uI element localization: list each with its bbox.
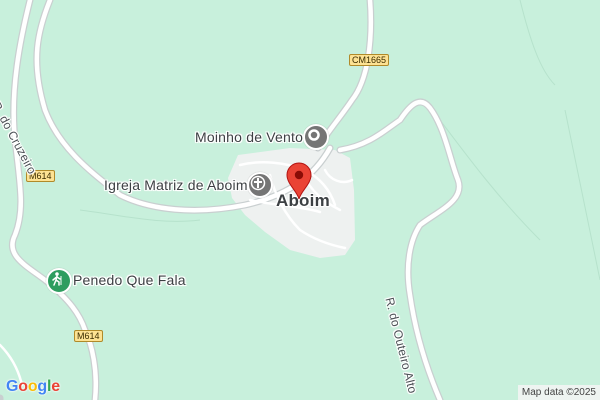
park-poi[interactable] bbox=[46, 268, 72, 294]
hiking-icon bbox=[52, 272, 62, 286]
park-label[interactable]: Penedo Que Fala bbox=[73, 272, 186, 288]
logo-letter-o2: o bbox=[27, 378, 38, 395]
road-shield-m614-bottom: M614 bbox=[74, 330, 103, 342]
map-view[interactable]: CM1665 M614 M614 R. do Cruzeiro R. do Ou… bbox=[0, 0, 600, 400]
logo-letter-g2: g bbox=[37, 378, 47, 395]
mill-poi[interactable] bbox=[303, 124, 329, 150]
logo-letter-g: G bbox=[6, 378, 19, 395]
road-shield-cm1665: CM1665 bbox=[349, 54, 390, 66]
mill-label[interactable]: Moinho de Vento bbox=[195, 129, 303, 145]
landmark-icon bbox=[308, 129, 320, 141]
logo-letter-e: e bbox=[51, 378, 60, 395]
google-logo[interactable]: Google bbox=[6, 378, 60, 396]
church-label[interactable]: Igreja Matriz de Aboim bbox=[104, 177, 248, 193]
church-poi[interactable] bbox=[247, 172, 273, 198]
logo-letter-o1: o bbox=[18, 378, 28, 395]
location-pin-icon[interactable] bbox=[285, 162, 313, 200]
church-icon bbox=[250, 175, 266, 191]
map-attribution[interactable]: Map data ©2025 bbox=[517, 385, 600, 400]
